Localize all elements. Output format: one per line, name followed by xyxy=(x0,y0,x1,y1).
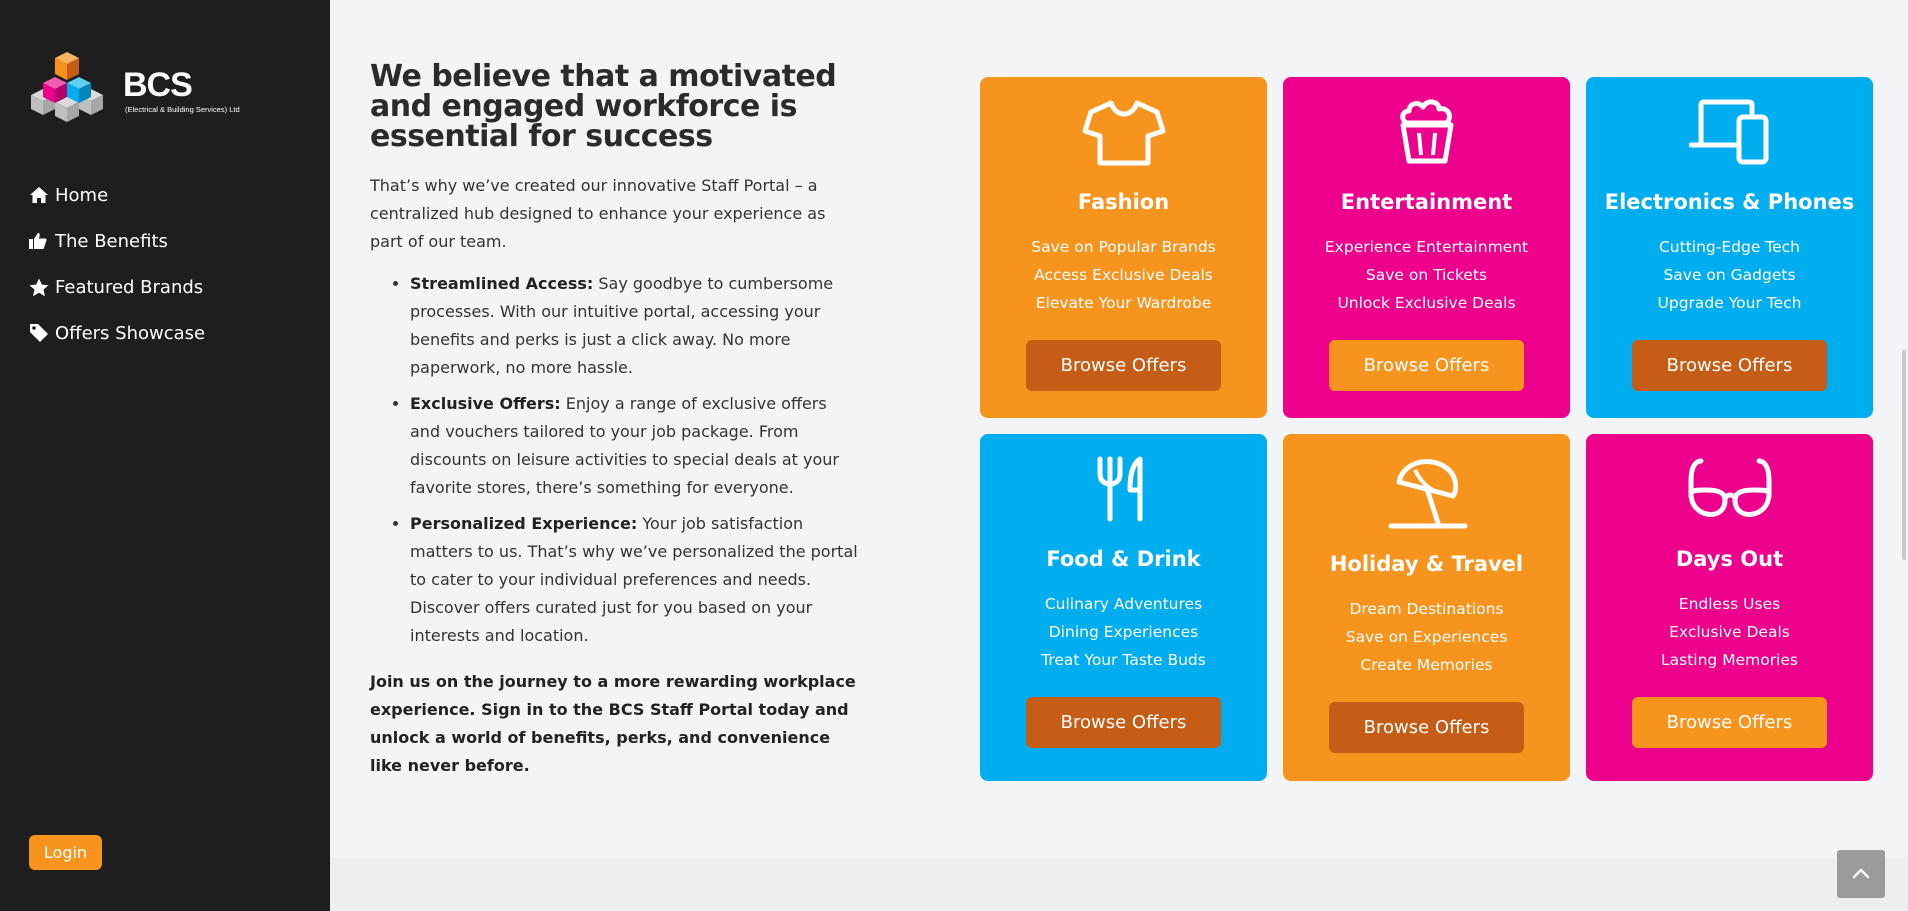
sidebar-item-label: The Benefits xyxy=(55,230,168,252)
card-line: Cutting-Edge Tech xyxy=(1658,238,1800,256)
bcs-logo[interactable]: BCS (Electrical & Building Services) Ltd xyxy=(29,50,269,125)
card-description: Culinary Adventures Dining Experiences T… xyxy=(980,590,1267,674)
card-line: Dream Destinations xyxy=(1349,600,1504,618)
card-title: Electronics & Phones xyxy=(1604,190,1855,214)
scroll-to-top-button[interactable] xyxy=(1837,850,1885,898)
card-description: Save on Popular Brands Access Exclusive … xyxy=(980,233,1267,317)
sidebar-item-home[interactable]: Home xyxy=(29,172,205,218)
sidebar-item-offers-showcase[interactable]: Offers Showcase xyxy=(29,310,205,356)
beach-umbrella-icon xyxy=(1283,456,1570,530)
sidebar: BCS (Electrical & Building Services) Ltd… xyxy=(0,0,330,911)
card-entertainment: Entertainment Experience Entertainment S… xyxy=(1283,77,1570,418)
card-title: Food & Drink xyxy=(1046,547,1201,571)
list-item: Streamlined Access: Say goodbye to cumbe… xyxy=(410,270,860,382)
tshirt-icon xyxy=(980,98,1267,168)
intro-paragraph: That’s why we’ve created our innovative … xyxy=(370,176,826,251)
card-line: Culinary Adventures xyxy=(1044,595,1203,613)
card-description: Dream Destinations Save on Experiences C… xyxy=(1283,595,1570,679)
card-line: Exclusive Deals xyxy=(1669,623,1790,641)
card-description: Cutting-Edge Tech Save on Gadgets Upgrad… xyxy=(1586,233,1873,317)
card-line: Create Memories xyxy=(1360,656,1493,674)
glasses-icon xyxy=(1586,456,1873,524)
sidebar-item-benefits[interactable]: The Benefits xyxy=(29,218,205,264)
list-item: Personalized Experience: Your job satisf… xyxy=(410,510,860,650)
star-icon xyxy=(29,278,55,297)
list-item: Exclusive Offers: Enjoy a range of exclu… xyxy=(410,390,860,502)
card-description: Experience Entertainment Save on Tickets… xyxy=(1283,233,1570,317)
sidebar-item-label: Featured Brands xyxy=(55,276,204,298)
page-headline: We believe that a motivated and engaged … xyxy=(370,59,837,154)
card-line: Elevate Your Wardrobe xyxy=(1035,294,1212,312)
card-food-drink: Food & Drink Culinary Adventures Dining … xyxy=(980,434,1267,781)
card-electronics: Electronics & Phones Cutting-Edge Tech S… xyxy=(1586,77,1873,418)
browse-offers-button[interactable]: Browse Offers xyxy=(1329,702,1524,753)
popcorn-icon xyxy=(1283,99,1570,165)
card-title: Days Out xyxy=(1675,547,1784,571)
card-line: Experience Entertainment xyxy=(1324,238,1529,256)
card-fashion: Fashion Save on Popular Brands Access Ex… xyxy=(980,77,1267,418)
login-button[interactable]: Login xyxy=(29,835,102,870)
card-line: Dining Experiences xyxy=(1048,623,1199,641)
bullet-title: Exclusive Offers: xyxy=(410,394,561,413)
card-description: Endless Uses Exclusive Deals Lasting Mem… xyxy=(1586,590,1873,674)
intro-section: We believe that a motivated and engaged … xyxy=(370,62,860,780)
page-scrollbar[interactable] xyxy=(1902,350,1906,560)
chevron-up-icon xyxy=(1852,867,1870,882)
card-line: Lasting Memories xyxy=(1661,651,1798,669)
card-title: Holiday & Travel xyxy=(1329,552,1524,576)
closing-paragraph: Join us on the journey to a more rewardi… xyxy=(370,672,856,775)
sidebar-item-label: Offers Showcase xyxy=(55,322,206,344)
card-line: Endless Uses xyxy=(1678,595,1781,613)
browse-offers-button[interactable]: Browse Offers xyxy=(1329,340,1524,391)
sidebar-item-featured-brands[interactable]: Featured Brands xyxy=(29,264,205,310)
card-line: Upgrade Your Tech xyxy=(1657,294,1802,312)
logo-wordmark: BCS xyxy=(123,66,193,104)
card-line: Treat Your Taste Buds xyxy=(1041,651,1206,669)
home-icon xyxy=(29,186,55,204)
card-line: Unlock Exclusive Deals xyxy=(1337,294,1516,312)
bullet-title: Streamlined Access: xyxy=(410,274,594,293)
sidebar-nav: Home The Benefits Featured Brands Offers… xyxy=(29,172,205,356)
thumbs-up-icon xyxy=(29,232,55,250)
card-line: Access Exclusive Deals xyxy=(1034,266,1213,284)
bullet-text: Your job satisfaction matters to us. Tha… xyxy=(410,514,858,645)
browse-offers-button[interactable]: Browse Offers xyxy=(1632,340,1827,391)
card-title: Entertainment xyxy=(1340,190,1513,214)
browse-offers-button[interactable]: Browse Offers xyxy=(1026,340,1221,391)
next-section-band xyxy=(330,858,1908,911)
devices-icon xyxy=(1586,99,1873,165)
tag-icon xyxy=(29,323,55,343)
card-line: Save on Experiences xyxy=(1345,628,1508,646)
card-line: Save on Popular Brands xyxy=(1031,238,1216,256)
card-days-out: Days Out Endless Uses Exclusive Deals La… xyxy=(1586,434,1873,781)
benefits-list: Streamlined Access: Say goodbye to cumbe… xyxy=(370,270,860,650)
card-line: Save on Gadgets xyxy=(1663,266,1796,284)
cubes-logo-icon xyxy=(31,52,103,122)
card-title: Fashion xyxy=(1077,190,1170,214)
card-holiday-travel: Holiday & Travel Dream Destinations Save… xyxy=(1283,434,1570,781)
bullet-title: Personalized Experience: xyxy=(410,514,638,533)
browse-offers-button[interactable]: Browse Offers xyxy=(1632,697,1827,748)
logo-subtitle: (Electrical & Building Services) Ltd xyxy=(125,105,240,114)
browse-offers-button[interactable]: Browse Offers xyxy=(1026,697,1221,748)
sidebar-item-label: Home xyxy=(55,184,109,206)
utensils-icon xyxy=(980,456,1267,522)
card-line: Save on Tickets xyxy=(1365,266,1488,284)
